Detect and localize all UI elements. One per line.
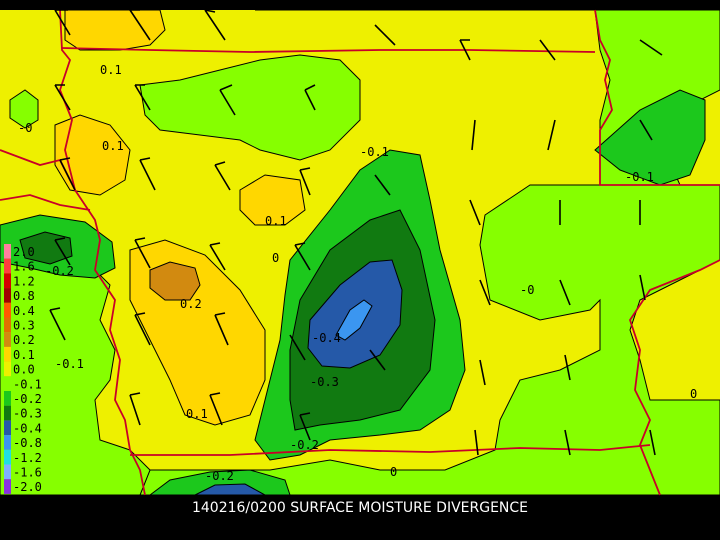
legend-swatch	[4, 405, 11, 421]
legend-label: 1.2	[13, 274, 35, 288]
legend-swatch	[4, 258, 11, 274]
legend-label: 0.4	[13, 304, 35, 318]
contour-label: -0.2	[205, 469, 234, 483]
legend-swatch	[4, 288, 11, 303]
legend-label: -0.8	[13, 436, 42, 450]
map-caption: 140216/0200 SURFACE MOISTURE DIVERGENCE	[191, 500, 529, 516]
strong-positive-region	[149, 261, 201, 301]
legend-label: 0.8	[13, 289, 35, 303]
legend-swatch	[4, 420, 11, 436]
legend-swatch	[4, 391, 11, 406]
legend-label: 0.1	[13, 348, 35, 362]
legend-label: -2.0	[13, 480, 42, 494]
contour-label: -0.3	[310, 375, 339, 389]
legend-swatch	[4, 332, 11, 347]
contour-label: -0	[520, 283, 534, 297]
contour-label: 0.1	[265, 214, 287, 228]
legend-swatch	[4, 346, 11, 362]
legend-swatch	[4, 302, 11, 318]
moisture-divergence-map: 0.1 -0 0.1 -0.1 0.1 0 -0.2 0.2 -0.4 -0.3…	[0, 9, 720, 496]
legend-label: 0.3	[13, 319, 35, 333]
contour-label: -0.2	[45, 264, 74, 278]
legend-swatch	[4, 376, 11, 391]
legend-label: -0.2	[13, 392, 42, 406]
legend-label: 0.2	[13, 333, 35, 347]
contour-label: 0	[390, 465, 397, 479]
legend-swatch	[4, 464, 11, 480]
contour-label: -0.1	[360, 145, 389, 159]
contour-label: 0.1	[100, 63, 122, 77]
legend-swatch	[4, 244, 11, 259]
legend-label: 2.0	[13, 245, 35, 259]
legend-label: 1.6	[13, 260, 35, 274]
legend-label: -1.6	[13, 466, 42, 480]
contour-label: -0.1	[625, 170, 654, 184]
legend-swatch	[4, 479, 11, 494]
legend-label: -0.1	[13, 377, 42, 391]
contour-label: 0.1	[102, 139, 124, 153]
contour-label: 0.2	[180, 297, 202, 311]
contour-label: -0.2	[290, 438, 319, 452]
contour-label: 0	[690, 387, 697, 401]
legend-label: -0.3	[13, 407, 42, 421]
legend-label: 0.0	[13, 363, 35, 377]
contour-label: 0	[272, 251, 279, 265]
legend-swatch	[4, 361, 11, 377]
legend-swatch	[4, 273, 11, 289]
contour-label: -0.4	[312, 331, 341, 345]
contour-label: -0	[18, 121, 32, 135]
legend-swatch	[4, 449, 11, 465]
contour-label: -0.1	[55, 357, 84, 371]
legend-label: -1.2	[13, 451, 42, 465]
legend-swatch	[4, 317, 11, 333]
legend-swatch	[4, 435, 11, 450]
legend-label: -0.4	[13, 421, 42, 435]
contour-label: 0.1	[186, 407, 208, 421]
